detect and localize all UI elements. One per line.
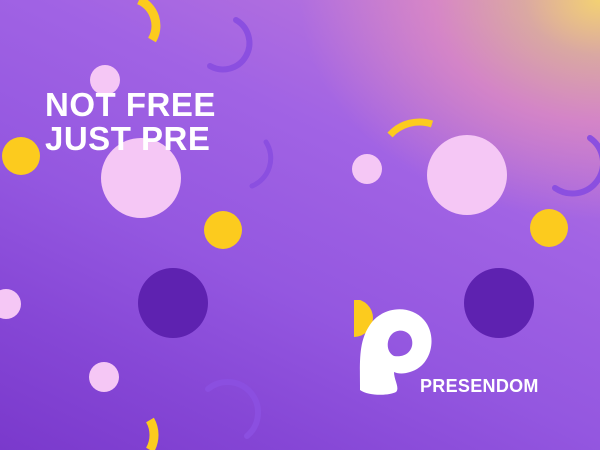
brand-name: PRESENDOM [420,376,539,396]
purple-arc-decoration [207,17,253,73]
purple-arc-decoration [552,135,600,197]
yellow-dot-decoration [530,209,568,247]
pink-dot-decoration [352,154,382,184]
yellow-dot-decoration [2,137,40,175]
headline-line-1: NOT FREE [45,86,216,123]
purple-arc-decoration [249,139,274,189]
pink-dot-decoration [89,362,119,392]
yellow-arc-decoration [387,118,434,138]
banner-canvas: NOT FREE JUST PRE PRESENDOM [0,0,600,450]
pink-dot-decoration [427,135,507,215]
yellow-arc-decoration [145,417,159,450]
headline-line-2: JUST PRE [45,120,211,157]
headline: NOT FREE JUST PRE [45,88,216,156]
pink-dot-decoration [0,289,21,319]
purple-arc-decoration [205,379,262,439]
yellow-arc-decoration [136,0,161,43]
yellow-dot-decoration [204,211,242,249]
brand-lockup: PRESENDOM [354,300,564,400]
dark-purple-dot-decoration [138,268,208,338]
